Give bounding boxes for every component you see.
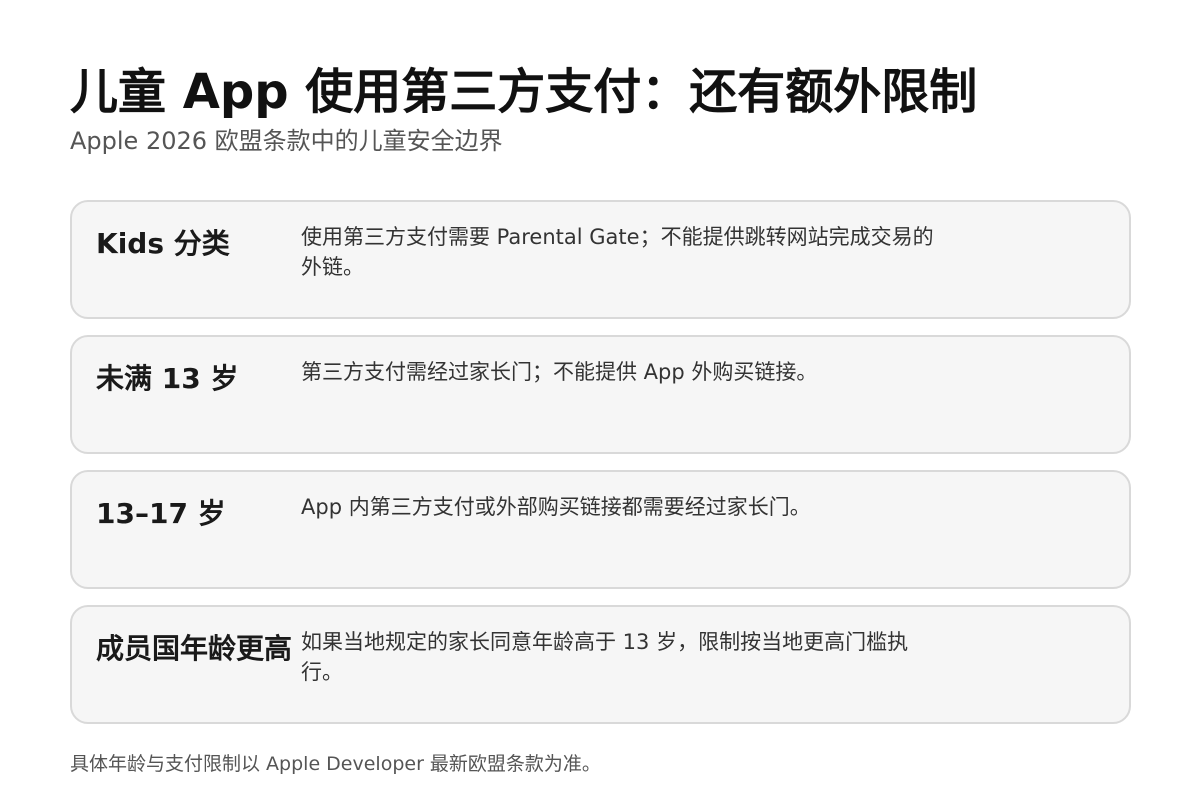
rule-label: 13–17 岁 xyxy=(96,497,226,530)
rule-card-13-to-17: 13–17 岁 App 内第三方支付或外部购买链接都需要经过家长门。 xyxy=(70,470,1131,589)
rule-card-under-13: 未满 13 岁 第三方支付需经过家长门；不能提供 App 外购买链接。 xyxy=(70,335,1131,454)
footnote: 具体年龄与支付限制以 Apple Developer 最新欧盟条款为准。 xyxy=(70,753,601,775)
rule-description: 如果当地规定的家长同意年龄高于 13 岁，限制按当地更高门槛执行。 xyxy=(301,630,909,684)
page-title: 儿童 App 使用第三方支付：还有额外限制 xyxy=(70,64,978,120)
rule-label: Kids 分类 xyxy=(96,227,230,260)
page-subtitle: Apple 2026 欧盟条款中的儿童安全边界 xyxy=(70,127,503,155)
rule-card-kids-category: Kids 分类 使用第三方支付需要 Parental Gate；不能提供跳转网站… xyxy=(70,200,1131,319)
rule-label: 未满 13 岁 xyxy=(96,362,239,395)
rules-list: Kids 分类 使用第三方支付需要 Parental Gate；不能提供跳转网站… xyxy=(70,200,1131,740)
rule-description: 使用第三方支付需要 Parental Gate；不能提供跳转网站完成交易的外链。 xyxy=(301,225,934,279)
rule-description: 第三方支付需经过家长门；不能提供 App 外购买链接。 xyxy=(301,360,818,384)
rule-card-member-state-age: 成员国年龄更高 如果当地规定的家长同意年龄高于 13 岁，限制按当地更高门槛执行… xyxy=(70,605,1131,724)
rule-label: 成员国年龄更高 xyxy=(96,632,293,665)
rule-description: App 内第三方支付或外部购买链接都需要经过家长门。 xyxy=(301,495,811,519)
